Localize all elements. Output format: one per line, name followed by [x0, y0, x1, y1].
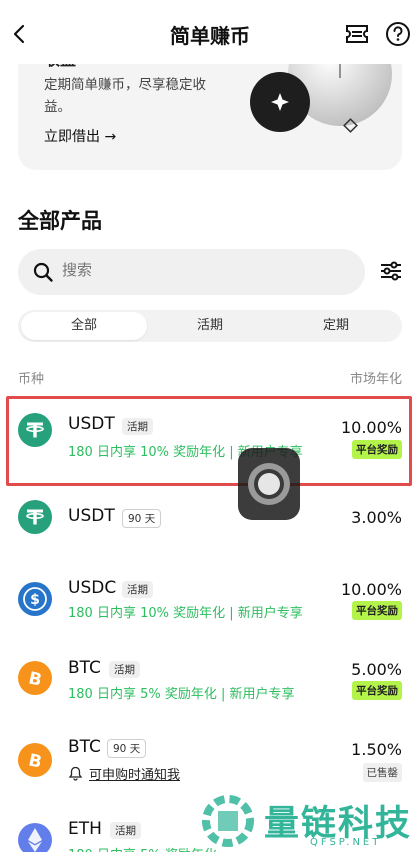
sold-out-badge: 已售罄 [362, 763, 402, 782]
search-input[interactable] [62, 261, 342, 279]
ticket-icon[interactable] [344, 22, 370, 46]
help-icon[interactable] [385, 21, 411, 47]
bell-icon [68, 766, 83, 781]
section-title: 全部产品 [18, 209, 102, 233]
header-bar: 简单赚币 [0, 0, 420, 64]
column-header-coin: 币种 [18, 372, 45, 387]
tab-all[interactable]: 全部 [21, 312, 147, 340]
svg-text:$: $ [30, 592, 40, 608]
product-row-btc-flexible[interactable]: B BTC 活期 180 日内享 5% 奖励年化 | 新用户专享 5.00% 平… [0, 652, 420, 732]
search-bar[interactable] [18, 249, 365, 295]
watermark-subtext: QFSP.NET [310, 837, 382, 848]
apr-value: 5.00% [351, 660, 402, 679]
platform-reward-badge: 平台奖励 [352, 681, 402, 700]
promo-description: 定期简单赚币，尽享稳定收益。 [44, 77, 206, 115]
tab-bar: 全部 活期 定期 [18, 310, 402, 342]
assistive-touch-button[interactable] [238, 448, 300, 520]
tether-icon [18, 500, 52, 534]
coin-name: BTC [68, 737, 101, 757]
apr-value: 10.00% [340, 580, 402, 599]
product-row-usdt-90d[interactable]: USDT 90 天 3.00% [0, 496, 420, 576]
coin-name: ETH [68, 819, 102, 839]
apr-value: 3.00% [351, 508, 402, 527]
reward-text: 180 日内享 5% 奖励年化 | 新用户专享 [68, 687, 295, 702]
coin-name: USDT [68, 506, 115, 526]
term-tag: 活期 [122, 581, 153, 598]
watermark-logo: 量链科技 QFSP.NET [200, 793, 420, 852]
reward-text: 180 日内享 10% 奖励年化 | 新用户专享 [68, 606, 303, 621]
ethereum-icon [18, 823, 52, 852]
reward-text: 180 日内享 5% 奖励年化 [68, 844, 217, 852]
term-tag: 90 天 [107, 739, 147, 758]
column-header-apr: 市场年化 [349, 372, 402, 387]
notify-me-link[interactable]: 可申购时通知我 [68, 764, 180, 783]
platform-reward-badge: 平台奖励 [352, 601, 402, 620]
term-tag: 90 天 [122, 509, 162, 528]
product-row-usdc-flexible[interactable]: $ USDC 活期 180 日内享 10% 奖励年化 | 新用户专享 10.00… [0, 572, 420, 652]
coin-name: BTC [68, 658, 101, 678]
coin-name: USDC [68, 578, 117, 598]
bitcoin-icon: B [18, 743, 52, 777]
bitcoin-icon: B [18, 661, 52, 695]
search-icon [33, 262, 53, 282]
term-tag: 活期 [110, 822, 141, 839]
watermark-emblem [202, 795, 254, 847]
notify-label: 可申购时通知我 [89, 768, 181, 783]
filter-icon[interactable] [378, 258, 404, 284]
term-tag: 活期 [109, 661, 140, 678]
lend-now-link[interactable]: 立即借出 → [44, 126, 116, 146]
tab-flexible[interactable]: 活期 [147, 312, 273, 340]
selection-highlight [6, 396, 412, 486]
usdc-icon: $ [18, 582, 52, 616]
apr-value: 1.50% [351, 740, 402, 759]
tab-fixed[interactable]: 定期 [273, 312, 399, 340]
